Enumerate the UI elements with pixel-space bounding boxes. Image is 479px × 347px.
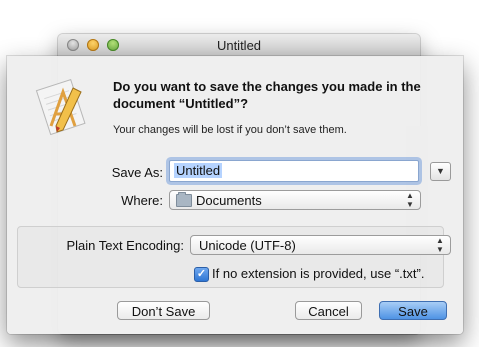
title-bar: Untitled	[58, 34, 420, 57]
save-sheet: Do you want to save the changes you made…	[7, 56, 463, 334]
dont-save-button[interactable]: Don’t Save	[117, 301, 210, 320]
encoding-label: Plain Text Encoding:	[66, 238, 184, 253]
extension-checkbox-label[interactable]: If no extension is provided, use “.txt”.	[212, 266, 424, 281]
save-as-field[interactable]: Untitled	[169, 160, 419, 182]
alert-message: Do you want to save the changes you made…	[113, 79, 421, 111]
checkmark-icon: ✓	[196, 268, 207, 280]
textedit-app-icon	[35, 78, 86, 136]
where-value: Documents	[196, 193, 262, 208]
where-label: Where:	[121, 193, 163, 208]
disclosure-triangle-icon: ▼	[436, 166, 445, 176]
cancel-button[interactable]: Cancel	[295, 301, 362, 320]
expand-browser-button[interactable]: ▼	[430, 162, 451, 181]
folder-icon	[176, 192, 192, 207]
options-box: Plain Text Encoding: Unicode (UTF-8) ▲ ▼ …	[17, 226, 451, 288]
save-as-label: Save As:	[111, 165, 163, 180]
where-popup[interactable]: Documents ▲ ▼	[169, 190, 421, 210]
updown-arrows-icon: ▲ ▼	[436, 236, 444, 254]
save-as-value: Untitled	[174, 163, 223, 178]
alert-informative-text: Your changes will be lost if you don’t s…	[113, 124, 347, 136]
updown-arrows-icon: ▲ ▼	[406, 191, 414, 209]
save-button[interactable]: Save	[379, 301, 447, 320]
window-title: Untitled	[216, 38, 262, 53]
encoding-value: Unicode (UTF-8)	[199, 238, 296, 253]
extension-checkbox[interactable]: ✓	[194, 267, 209, 282]
encoding-popup[interactable]: Unicode (UTF-8) ▲ ▼	[190, 235, 451, 255]
